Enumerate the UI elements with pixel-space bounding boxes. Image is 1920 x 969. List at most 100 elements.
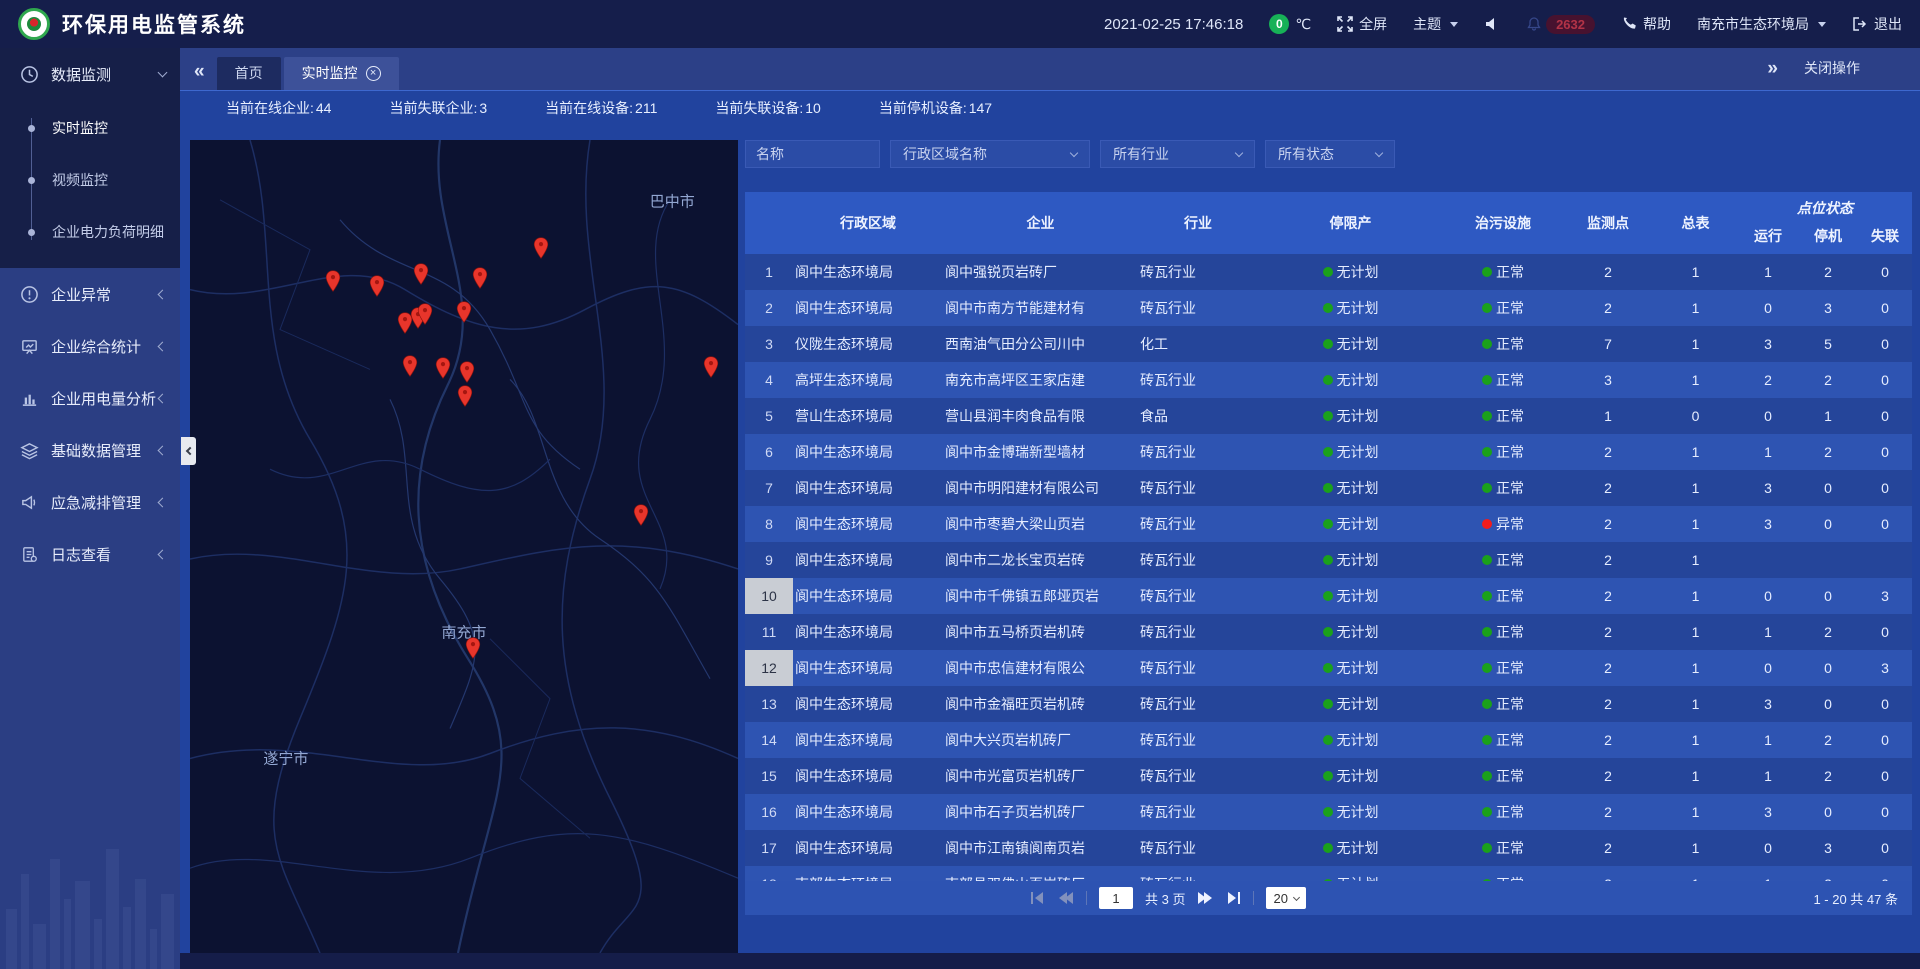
- table-row[interactable]: 4高坪生态环境局南充市高坪区王家店建砖瓦行业无计划正常31220: [745, 362, 1912, 398]
- sidebar-item-emergency-reduction[interactable]: 应急减排管理: [0, 476, 180, 528]
- location-pin-icon[interactable]: [465, 637, 481, 659]
- last-page-icon[interactable]: [1225, 891, 1241, 905]
- sidebar-item-base-data[interactable]: 基础数据管理: [0, 424, 180, 476]
- prev-page-icon[interactable]: [1058, 891, 1074, 905]
- table-row[interactable]: 15阆中生态环境局阆中市光富页岩机砖厂砖瓦行业无计划正常21120: [745, 758, 1912, 794]
- sidebar-item-power-analysis[interactable]: 企业用电量分析: [0, 372, 180, 424]
- table-row[interactable]: 18南部生态环境局南部县双佛山页岩砖厂砖瓦行业无计划正常21120: [745, 866, 1912, 881]
- location-pin-icon[interactable]: [533, 237, 549, 259]
- company-cell: 阆中市忠信建材有限公: [943, 650, 1138, 686]
- table-row[interactable]: 10阆中生态环境局阆中市千佛镇五郎垭页岩砖瓦行业无计划正常21003: [745, 578, 1912, 614]
- table-row[interactable]: 2阆中生态环境局阆中市南方节能建材有砖瓦行业无计划正常21030: [745, 290, 1912, 326]
- company-cell: 营山县润丰肉食品有限: [943, 398, 1138, 434]
- table-row[interactable]: 17阆中生态环境局阆中市江南镇阆南页岩砖瓦行业无计划正常21030: [745, 830, 1912, 866]
- close-circle-icon[interactable]: ×: [366, 66, 381, 81]
- range-label: 1 - 20 共 47 条: [1813, 889, 1898, 908]
- industry-cell: 砖瓦行业: [1138, 866, 1258, 881]
- table-row[interactable]: 8阆中生态环境局阆中市枣碧大梁山页岩砖瓦行业无计划异常21300: [745, 506, 1912, 542]
- tab-bar: « 首页实时监控× » 关闭操作: [180, 48, 1920, 90]
- points-cell: 2: [1563, 686, 1653, 722]
- location-pin-icon[interactable]: [369, 275, 385, 297]
- next-page-icon[interactable]: [1197, 891, 1213, 905]
- org-menu[interactable]: 南充市生态环境局: [1697, 14, 1826, 34]
- notification-button[interactable]: 2632: [1526, 15, 1595, 34]
- table-header-cell: 总表: [1653, 192, 1738, 254]
- fullscreen-button[interactable]: 全屏: [1337, 14, 1387, 34]
- run-count-cell: 1: [1738, 722, 1798, 758]
- sidebar-collapse-handle[interactable]: [181, 437, 196, 465]
- industry-cell: 砖瓦行业: [1138, 290, 1258, 326]
- tabs-scroll-right-button[interactable]: »: [1767, 59, 1778, 78]
- sidebar-item-enterprise-abnormal[interactable]: 企业异常: [0, 268, 180, 320]
- tab-home[interactable]: 首页: [217, 57, 281, 90]
- map-panel[interactable]: 巴中市南充市遂宁市: [190, 140, 738, 953]
- sidebar-item-enterprise-statistics[interactable]: 企业综合统计: [0, 320, 180, 372]
- tabs-scroll-left-button[interactable]: «: [194, 62, 205, 81]
- region-cell: 营山生态环境局: [793, 398, 943, 434]
- close-operations-button[interactable]: 关闭操作: [1804, 58, 1860, 78]
- meters-cell: 1: [1653, 794, 1738, 830]
- sidebar-subitem-video-monitoring[interactable]: 视频监控: [0, 154, 180, 206]
- sidebar-item-data-monitoring[interactable]: 数据监测: [0, 48, 180, 100]
- facility-cell: 正常: [1443, 362, 1563, 398]
- location-pin-icon[interactable]: [457, 385, 473, 407]
- sidebar-subitem-realtime-monitoring[interactable]: 实时监控: [0, 102, 180, 154]
- table-row[interactable]: 5营山生态环境局营山县润丰肉食品有限食品无计划正常10010: [745, 398, 1912, 434]
- industry-cell: 砖瓦行业: [1138, 542, 1258, 578]
- location-pin-icon[interactable]: [459, 361, 475, 383]
- table-row[interactable]: 12阆中生态环境局阆中市忠信建材有限公砖瓦行业无计划正常21003: [745, 650, 1912, 686]
- logout-button[interactable]: 退出: [1852, 14, 1902, 34]
- facility-cell: 异常: [1443, 506, 1563, 542]
- lost-count-cell: 0: [1858, 506, 1912, 542]
- company-cell: 阆中市五马桥页岩机砖: [943, 614, 1138, 650]
- table-row[interactable]: 1阆中生态环境局阆中强锐页岩砖厂砖瓦行业无计划正常21120: [745, 254, 1912, 290]
- table-row[interactable]: 9阆中生态环境局阆中市二龙长宝页岩砖砖瓦行业无计划正常21: [745, 542, 1912, 578]
- first-page-icon[interactable]: [1030, 891, 1046, 905]
- theme-menu[interactable]: 主题: [1413, 14, 1458, 34]
- location-pin-icon[interactable]: [417, 303, 433, 325]
- tab-realtime-monitoring[interactable]: 实时监控×: [284, 57, 399, 90]
- page-number-input[interactable]: [1099, 887, 1133, 909]
- sidebar: 数据监测实时监控视频监控企业电力负荷明细企业异常企业综合统计企业用电量分析基础数…: [0, 48, 180, 969]
- company-cell: 阆中强锐页岩砖厂: [943, 254, 1138, 290]
- table-row[interactable]: 13阆中生态环境局阆中市金福旺页岩机砖砖瓦行业无计划正常21300: [745, 686, 1912, 722]
- run-count-cell: 1: [1738, 758, 1798, 794]
- stop-limit-cell: 无计划: [1258, 578, 1443, 614]
- table-row[interactable]: 6阆中生态环境局阆中市金博瑞新型墙材砖瓦行业无计划正常21120: [745, 434, 1912, 470]
- location-pin-icon[interactable]: [402, 355, 418, 377]
- name-filter-input[interactable]: [745, 140, 880, 168]
- seq-cell: 9: [745, 542, 793, 578]
- facility-cell: 正常: [1443, 686, 1563, 722]
- volume-button[interactable]: [1484, 16, 1500, 32]
- location-pin-icon[interactable]: [456, 301, 472, 323]
- points-cell: 1: [1563, 398, 1653, 434]
- lost-count-cell: 0: [1858, 758, 1912, 794]
- industry-filter-select[interactable]: 所有行业: [1100, 140, 1255, 168]
- table-row[interactable]: 3仪陇生态环境局西南油气田分公司川中化工无计划正常71350: [745, 326, 1912, 362]
- status-filter-select[interactable]: 所有状态: [1265, 140, 1395, 168]
- sidebar-item-log-view[interactable]: 日志查看: [0, 528, 180, 580]
- region-filter-select[interactable]: 行政区域名称: [890, 140, 1090, 168]
- help-button[interactable]: 帮助: [1621, 14, 1671, 34]
- industry-cell: 砖瓦行业: [1138, 506, 1258, 542]
- stop-limit-cell: 无计划: [1258, 290, 1443, 326]
- status-dot: [1482, 663, 1492, 673]
- table-row[interactable]: 11阆中生态环境局阆中市五马桥页岩机砖砖瓦行业无计划正常21120: [745, 614, 1912, 650]
- table-row[interactable]: 14阆中生态环境局阆中大兴页岩机砖厂砖瓦行业无计划正常21120: [745, 722, 1912, 758]
- location-pin-icon[interactable]: [413, 263, 429, 285]
- location-pin-icon[interactable]: [472, 267, 488, 289]
- page-size-select[interactable]: 20: [1266, 887, 1305, 909]
- table-row[interactable]: 16阆中生态环境局阆中市石子页岩机砖厂砖瓦行业无计划正常21300: [745, 794, 1912, 830]
- sidebar-subitem-power-load-detail[interactable]: 企业电力负荷明细: [0, 206, 180, 258]
- location-pin-icon[interactable]: [633, 504, 649, 526]
- company-cell: 南部县双佛山页岩砖厂: [943, 866, 1138, 881]
- location-pin-icon[interactable]: [435, 357, 451, 379]
- chevron-down-icon: [1450, 22, 1458, 27]
- run-count-cell: 0: [1738, 830, 1798, 866]
- location-pin-icon[interactable]: [703, 356, 719, 378]
- stat-item: 当前失联企业:3: [389, 98, 487, 118]
- status-dot: [1323, 411, 1333, 421]
- location-pin-icon[interactable]: [325, 270, 341, 292]
- table-row[interactable]: 7阆中生态环境局阆中市明阳建材有限公司砖瓦行业无计划正常21300: [745, 470, 1912, 506]
- meters-cell: 1: [1653, 758, 1738, 794]
